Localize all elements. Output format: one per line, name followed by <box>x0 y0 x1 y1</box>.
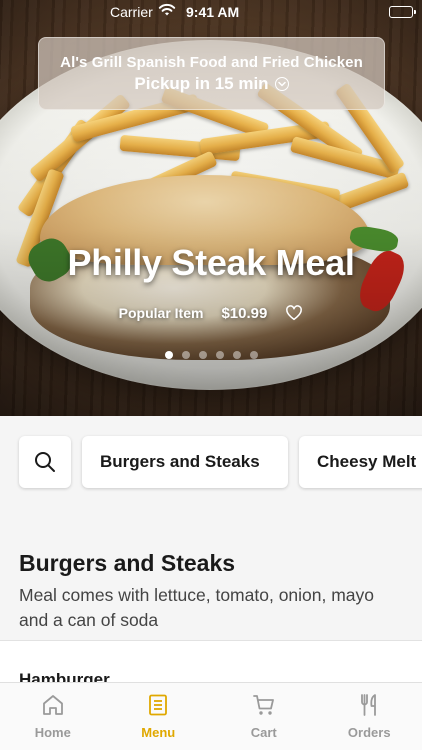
pickup-label: Pickup in 15 min <box>134 74 269 93</box>
search-icon <box>35 452 55 472</box>
featured-item-title: Philly Steak Meal <box>67 242 355 283</box>
tab-home[interactable]: Home <box>0 683 106 750</box>
search-button[interactable] <box>19 436 71 488</box>
section-title: Burgers and Steaks <box>19 550 236 576</box>
carrier-label: Carrier <box>110 4 153 20</box>
carousel-indicator[interactable] <box>0 351 422 359</box>
carousel-dot[interactable] <box>164 351 173 359</box>
tab-orders[interactable]: Orders <box>317 683 422 750</box>
bottom-tab-bar: Home Menu Cart Orders <box>0 682 422 750</box>
tab-label: Cart <box>250 725 277 740</box>
heart-icon[interactable] <box>285 304 303 322</box>
popular-badge: Popular Item <box>118 305 204 321</box>
home-icon <box>42 695 63 715</box>
carousel-dot[interactable] <box>215 351 224 359</box>
hero-banner[interactable]: Carrier 9:41 AM Al's Grill Spanish Food … <box>0 0 422 416</box>
restaurant-selector[interactable]: Al's Grill Spanish Food and Fried Chicke… <box>38 37 385 110</box>
category-chip-label: Burgers and Steaks <box>100 452 260 471</box>
tab-label: Menu <box>141 725 176 740</box>
wifi-icon <box>158 3 176 20</box>
menu-section-header: Burgers and Steaks Meal comes with lettu… <box>0 506 422 640</box>
cart-icon <box>252 695 274 715</box>
battery-icon <box>389 6 416 18</box>
pickup-time-button[interactable]: Pickup in 15 min <box>134 74 289 94</box>
featured-item-price: $10.99 <box>221 304 268 322</box>
carousel-dot[interactable] <box>232 351 241 359</box>
category-bar: Burgers and Steaks Cheesy Melt <box>0 416 422 506</box>
category-chip-burgers-and-steaks[interactable]: Burgers and Steaks <box>82 436 288 488</box>
category-chip-cheesy-melt[interactable]: Cheesy Melt <box>299 436 422 488</box>
menu-icon <box>149 694 168 716</box>
carousel-dot[interactable] <box>249 351 258 359</box>
restaurant-name: Al's Grill Spanish Food and Fried Chicke… <box>60 54 363 71</box>
section-description: Meal comes with lettuce, tomato, onion, … <box>19 585 375 630</box>
clock-label: 9:41 AM <box>186 4 240 20</box>
utensils-icon <box>361 694 377 716</box>
carousel-dot[interactable] <box>181 351 190 359</box>
carousel-dot[interactable] <box>198 351 207 359</box>
category-chip-label: Cheesy Melt <box>317 452 417 471</box>
tab-menu[interactable]: Menu <box>106 683 212 750</box>
status-bar: Carrier 9:41 AM <box>0 0 422 24</box>
menu-item-row[interactable]: Hamburger <box>0 641 422 683</box>
chevron-down-icon <box>274 77 289 91</box>
tab-cart[interactable]: Cart <box>211 683 317 750</box>
tab-label: Orders <box>347 725 391 740</box>
tab-label: Home <box>34 725 71 740</box>
featured-item-meta: Popular Item $10.99 <box>0 304 422 322</box>
